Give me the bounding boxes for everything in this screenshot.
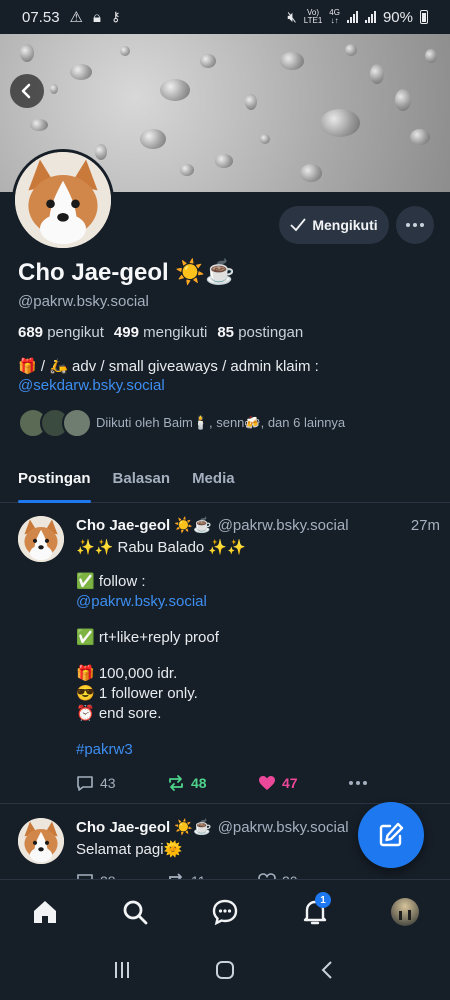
signal-icon-2 (364, 11, 376, 23)
profile-avatar-icon (391, 898, 419, 926)
post-actions: 43 48 47 (76, 774, 440, 792)
nav-home[interactable] (23, 890, 67, 934)
nav-search[interactable] (113, 890, 157, 934)
post-handle[interactable]: @pakrw.bsky.social (218, 517, 349, 534)
mute-icon: 🔇︎ (287, 8, 297, 26)
nav-profile[interactable] (383, 890, 427, 934)
repost-count: 48 (191, 775, 207, 791)
tab-replies[interactable]: Balasan (113, 460, 171, 502)
following-stat[interactable]: 499 mengikuti (114, 324, 207, 341)
heart-icon (259, 776, 275, 790)
recent-apps-button[interactable] (112, 960, 132, 985)
reply-icon (77, 874, 93, 879)
4g-indicator: 4G ↓↑ (329, 8, 340, 25)
post-handle[interactable]: @pakrw.bsky.social (218, 819, 349, 836)
notification-badge: 1 (315, 892, 331, 908)
followed-by-avatars (18, 408, 92, 438)
post-avatar[interactable] (18, 818, 64, 864)
bio-text: 🎁 / 🛵 adv / small giveaways / admin klai… (18, 358, 319, 375)
profile-name: Cho Jae-geol ☀️☕ (18, 259, 236, 286)
key-icon: ⚷ (110, 9, 121, 24)
more-horizontal-icon (406, 223, 424, 227)
volte-indicator: Vo) LTE1 (303, 8, 323, 25)
followed-by-text: Diikuti oleh Baim🕯️, senn🍻, dan 6 lainny… (96, 415, 346, 430)
post-actions: 28 11 20 (76, 872, 432, 879)
search-icon (123, 900, 148, 925)
tab-media[interactable]: Media (192, 460, 235, 502)
nav-chat[interactable] (203, 890, 247, 934)
feed-post[interactable]: Cho Jae-geol ☀️☕ @pakrw.bsky.social 27m … (0, 516, 450, 792)
back-system-button[interactable] (318, 960, 338, 985)
post-more-button[interactable] (349, 781, 440, 785)
bio-mention-link[interactable]: @sekdarw.bsky.social (18, 376, 438, 395)
battery-level: 90% (382, 8, 413, 26)
more-options-button[interactable] (396, 206, 434, 244)
reply-button[interactable]: 28 (76, 872, 167, 879)
alert-icon: ⚠ (69, 9, 83, 26)
repost-icon (169, 775, 183, 791)
post-author[interactable]: Cho Jae-geol ☀️☕ (76, 818, 212, 836)
more-horizontal-icon (349, 781, 367, 785)
post-author[interactable]: Cho Jae-geol ☀️☕ (76, 516, 212, 534)
posts-stat: 85 postingan (217, 324, 304, 341)
chat-bubble-icon (212, 899, 238, 926)
post-mention-link[interactable]: @pakrw.bsky.social (76, 592, 440, 612)
home-square-icon (215, 960, 234, 979)
pencil-square-icon (379, 822, 404, 847)
profile-bio: 🎁 / 🛵 adv / small giveaways / admin klai… (18, 357, 438, 395)
post-hashtag-link[interactable]: #pakrw3 (76, 740, 440, 760)
post-text: ✨✨ Rabu Balado ✨✨ ✅ follow : @pakrw.bsky… (76, 538, 440, 760)
back-button[interactable] (10, 74, 44, 108)
like-button[interactable]: 47 (258, 775, 349, 791)
reply-count: 43 (100, 775, 116, 791)
repost-icon (169, 873, 183, 879)
system-navigation-bar (0, 944, 450, 1000)
nav-notifications[interactable]: 1 (293, 890, 337, 934)
repost-button[interactable]: 11 (167, 872, 258, 879)
compose-button[interactable] (358, 802, 424, 868)
chevron-left-icon (21, 83, 31, 99)
status-bar: 07.53 ⚠ 🔒︎ ⚷ 🔇︎ Vo) LTE1 4G ↓↑ 90% (0, 0, 450, 34)
following-button[interactable]: Mengikuti (279, 206, 389, 244)
like-count: 47 (282, 775, 298, 791)
followers-stat[interactable]: 689 pengikut (18, 324, 104, 341)
home-system-button[interactable] (215, 960, 235, 985)
lock-icon: 🔒︎ (93, 8, 101, 26)
post-time: 27m (410, 517, 440, 534)
followed-by[interactable]: Diikuti oleh Baim🕯️, senn🍻, dan 6 lainny… (18, 408, 345, 438)
battery-icon (420, 10, 428, 24)
profile-avatar[interactable] (12, 149, 114, 251)
chevron-left-icon (321, 960, 333, 979)
post-avatar[interactable] (18, 516, 64, 562)
following-button-label: Mengikuti (312, 217, 378, 233)
repost-button[interactable]: 48 (167, 774, 258, 792)
check-icon (290, 218, 307, 232)
tab-posts[interactable]: Postingan (18, 460, 91, 503)
profile-stats: 689 pengikut 499 mengikuti 85 postingan (18, 324, 303, 341)
home-icon (34, 901, 56, 923)
recents-icon (114, 961, 129, 978)
signal-icon (346, 11, 358, 23)
profile-handle: @pakrw.bsky.social (18, 293, 149, 310)
reply-button[interactable]: 43 (76, 774, 167, 792)
profile-tabs: Postingan Balasan Media (0, 460, 450, 503)
reply-icon (77, 776, 93, 791)
bottom-navigation: 1 (0, 879, 450, 944)
clock: 07.53 (22, 8, 60, 26)
